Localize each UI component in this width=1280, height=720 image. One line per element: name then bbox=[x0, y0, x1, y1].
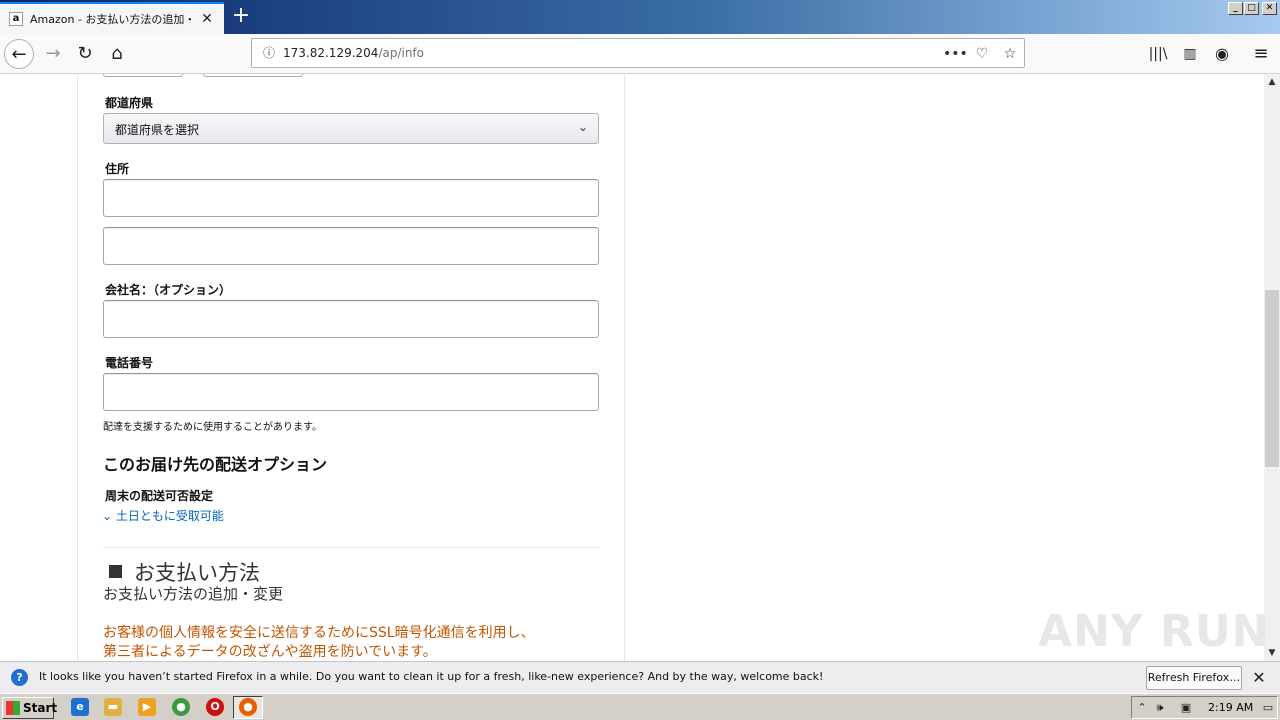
show-desktop-icon[interactable]: ▭ bbox=[1260, 700, 1276, 716]
minimize-button[interactable]: _ bbox=[1228, 2, 1243, 15]
bookmark-star-icon[interactable]: ☆ bbox=[999, 43, 1021, 65]
weekend-delivery-label: 周末の配送可否設定 bbox=[105, 489, 214, 503]
url-text[interactable]: 173.82.129.204/ap/info bbox=[283, 45, 424, 61]
ssl-notice-line1: お客様の個人情報を安全に送信するためにSSL暗号化通信を利用し、 bbox=[103, 625, 535, 641]
column-border-right bbox=[624, 74, 625, 661]
weekend-delivery-link-text: 土日ともに受取可能 bbox=[115, 509, 224, 523]
phone-hint: 配達を支援するために使用することがあります。 bbox=[103, 422, 322, 433]
weekend-delivery-link[interactable]: ⌄ 土日ともに受取可能 bbox=[102, 507, 224, 524]
pocket-icon[interactable]: ♡ bbox=[971, 43, 993, 65]
restore-button[interactable]: □ bbox=[1244, 2, 1259, 15]
firefox-taskbar-button[interactable]: ● bbox=[233, 696, 263, 719]
shipping-options-heading: このお届け先の配送オプション bbox=[103, 455, 328, 474]
close-icon[interactable]: ✕ bbox=[1248, 666, 1270, 690]
media-player-icon[interactable]: ▶ bbox=[138, 698, 156, 716]
url-bar[interactable]: ⓘ 173.82.129.204/ap/info ••• ♡ ☆ bbox=[251, 38, 1025, 68]
prefecture-select-value: 都道府県を選択 bbox=[115, 123, 200, 137]
forward-button[interactable]: → bbox=[38, 39, 68, 69]
postal-code-field-part-1[interactable] bbox=[103, 74, 183, 77]
opera-icon[interactable]: O bbox=[206, 698, 224, 716]
taskbar: Start e ▬ ▶ ● O ● ⌃ 🕪 ▣ 2:19 AM ▭ bbox=[0, 693, 1280, 720]
postal-code-field-part-2[interactable] bbox=[203, 74, 303, 77]
page-content: 都道府県 都道府県を選択 ⌄ 住所 会社名：（オプション） 電話番号 配達を支援… bbox=[0, 74, 1264, 661]
volume-icon[interactable]: 🕪 bbox=[1152, 700, 1168, 716]
navigation-toolbar: ← → ↻ ⌂ ⓘ 173.82.129.204/ap/info ••• ♡ ☆… bbox=[0, 34, 1280, 74]
scroll-up-arrow-icon[interactable]: ▲ bbox=[1264, 74, 1280, 90]
start-button[interactable]: Start bbox=[2, 697, 58, 719]
phone-label: 電話番号 bbox=[105, 356, 154, 370]
address-line2-input[interactable] bbox=[103, 227, 599, 265]
home-button[interactable]: ⌂ bbox=[102, 39, 132, 69]
refresh-firefox-button[interactable]: Refresh Firefox… bbox=[1146, 666, 1242, 690]
ssl-notice-line2: 第三者によるデータの改ざんや盗用を防いでいます。 bbox=[103, 644, 437, 660]
column-border-left bbox=[77, 74, 78, 661]
address-line1-input[interactable] bbox=[103, 179, 599, 217]
address-label: 住所 bbox=[105, 162, 130, 176]
amazon-favicon-icon: a bbox=[9, 12, 23, 26]
notification-bar: ? It looks like you haven’t started Fire… bbox=[0, 661, 1280, 693]
chevron-down-icon: ⌄ bbox=[578, 120, 589, 134]
page-scrollbar[interactable]: ▲ ▼ bbox=[1264, 74, 1280, 661]
show-hidden-icons-icon[interactable]: ⌃ bbox=[1134, 700, 1150, 716]
reload-button[interactable]: ↻ bbox=[70, 39, 100, 69]
menu-icon[interactable]: ≡ bbox=[1246, 39, 1276, 69]
scrollbar-thumb[interactable] bbox=[1265, 290, 1279, 467]
site-info-icon[interactable]: ⓘ bbox=[260, 44, 278, 62]
page-actions-icon[interactable]: ••• bbox=[943, 43, 968, 65]
taskbar-clock[interactable]: 2:19 AM bbox=[1208, 701, 1253, 714]
internet-explorer-icon[interactable]: e bbox=[71, 698, 89, 716]
sidebar-icon[interactable]: ▥ bbox=[1175, 39, 1205, 69]
phone-input[interactable] bbox=[103, 373, 599, 411]
window-close-button[interactable]: ✕ bbox=[1262, 2, 1277, 15]
firefox-icon: ● bbox=[239, 698, 257, 716]
start-label: Start bbox=[23, 701, 58, 715]
back-button[interactable]: ← bbox=[4, 39, 34, 69]
tab-title: Amazon - お支払い方法の追加・変更 bbox=[30, 13, 195, 26]
windows-logo-icon bbox=[6, 701, 20, 715]
title-bar: a Amazon - お支払い方法の追加・変更 ✕ + _ □ ✕ bbox=[0, 0, 1280, 34]
company-label: 会社名：（オプション） bbox=[105, 283, 232, 297]
library-icon[interactable]: |||\ bbox=[1143, 39, 1173, 69]
square-bullet-icon bbox=[109, 565, 122, 578]
browser-tab[interactable]: a Amazon - お支払い方法の追加・変更 ✕ bbox=[0, 2, 224, 34]
url-host: 173.82.129.204 bbox=[283, 46, 379, 60]
url-path: /ap/info bbox=[378, 46, 424, 60]
question-icon: ? bbox=[11, 669, 28, 686]
payment-subheading: お支払い方法の追加・変更 bbox=[103, 585, 284, 603]
chevron-down-icon: ⌄ bbox=[102, 509, 116, 523]
section-divider bbox=[103, 547, 599, 548]
network-icon[interactable]: ▣ bbox=[1178, 700, 1194, 716]
explorer-folder-icon[interactable]: ▬ bbox=[104, 698, 122, 716]
company-input[interactable] bbox=[103, 300, 599, 338]
new-tab-button[interactable]: + bbox=[230, 4, 252, 28]
tab-close-icon[interactable]: ✕ bbox=[198, 10, 216, 28]
notification-message: It looks like you haven’t started Firefo… bbox=[39, 670, 824, 683]
system-tray: ⌃ 🕪 ▣ 2:19 AM ▭ bbox=[1131, 696, 1278, 719]
prefecture-label: 都道府県 bbox=[105, 96, 154, 110]
chrome-icon[interactable]: ● bbox=[172, 698, 190, 716]
anyrun-watermark: ANY RUN bbox=[1038, 606, 1270, 657]
prefecture-select[interactable]: 都道府県を選択 ⌄ bbox=[103, 113, 599, 144]
account-icon[interactable]: ◉ bbox=[1207, 39, 1237, 69]
